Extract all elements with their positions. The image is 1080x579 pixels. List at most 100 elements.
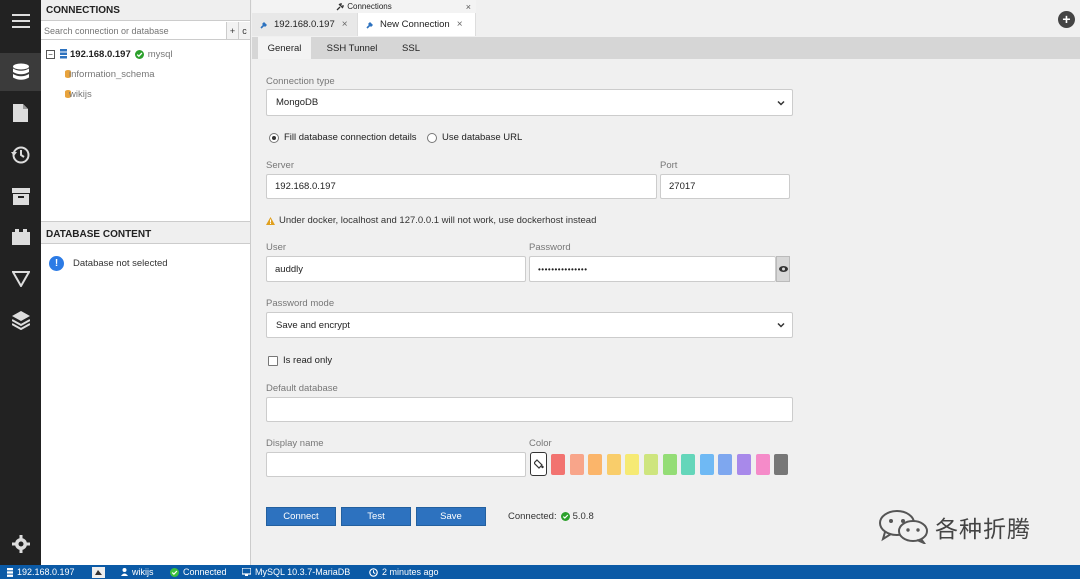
- status-server[interactable]: 192.168.0.197: [7, 565, 75, 579]
- settings-icon[interactable]: [0, 525, 41, 563]
- connections-window-label: Connections: [347, 2, 392, 11]
- plug-icon: [336, 2, 345, 10]
- close-icon[interactable]: ×: [457, 19, 463, 30]
- color-swatch[interactable]: [755, 454, 770, 475]
- server-name: 192.168.0.197: [70, 48, 131, 60]
- color-swatch[interactable]: [606, 454, 621, 475]
- menu-icon[interactable]: [0, 2, 41, 40]
- color-swatch[interactable]: [718, 454, 733, 475]
- server-version: 5.0.8: [572, 511, 594, 522]
- history-icon[interactable]: [0, 136, 41, 174]
- default-database-field[interactable]: [266, 397, 793, 422]
- port-field[interactable]: 27017: [660, 174, 790, 199]
- database-item[interactable]: information_schema: [41, 64, 250, 84]
- password-mode-label: Password mode: [266, 298, 335, 309]
- read-only-option[interactable]: Is read only: [268, 355, 332, 366]
- connected-check-icon: [134, 49, 144, 59]
- wechat-icon: [879, 510, 928, 544]
- refresh-icon[interactable]: c: [238, 22, 250, 39]
- port-label: Port: [660, 160, 678, 171]
- tab-ssl[interactable]: SSL: [392, 37, 430, 59]
- plug-icon: [366, 22, 373, 29]
- status-time: 2 minutes ago: [369, 565, 439, 579]
- color-swatch[interactable]: [569, 454, 584, 475]
- new-tab-button[interactable]: +: [1058, 11, 1075, 28]
- color-swatch[interactable]: [551, 454, 565, 475]
- color-swatch[interactable]: [625, 454, 640, 475]
- collapse-icon[interactable]: −: [46, 49, 55, 59]
- user-field[interactable]: auddly: [266, 256, 526, 282]
- status-time-text: 2 minutes ago: [382, 567, 439, 577]
- paint-bucket-icon: [533, 459, 544, 469]
- database-name: wikijs: [69, 88, 92, 100]
- color-swatch[interactable]: [681, 454, 696, 475]
- watermark: 各种折腾: [877, 510, 1031, 544]
- color-swatch[interactable]: [774, 454, 789, 475]
- color-swatch[interactable]: [662, 454, 677, 475]
- tab-general[interactable]: General: [258, 37, 311, 59]
- status-engine-text: MySQL 10.3.7-MariaDB: [255, 567, 351, 577]
- show-password-button[interactable]: [776, 256, 790, 282]
- file-icon[interactable]: [0, 94, 41, 132]
- color-picker-button[interactable]: [530, 452, 547, 476]
- plugin-icon[interactable]: [0, 218, 41, 256]
- test-button[interactable]: Test: [341, 507, 411, 526]
- connection-tree: − 192.168.0.197 mysql information_schema…: [41, 44, 250, 104]
- close-icon[interactable]: ×: [466, 2, 471, 12]
- status-logo: [92, 565, 105, 579]
- close-icon[interactable]: ×: [342, 19, 348, 30]
- tab-ssh-tunnel[interactable]: SSH Tunnel: [318, 37, 386, 59]
- layers-icon[interactable]: [0, 301, 41, 339]
- info-icon: !: [49, 255, 64, 271]
- archive-icon[interactable]: [0, 177, 41, 215]
- server-icon: [60, 49, 67, 59]
- radio-fill-label: Fill database connection details: [284, 132, 417, 143]
- check-icon: [560, 512, 570, 521]
- read-only-checkbox[interactable]: [268, 355, 278, 366]
- radio-button[interactable]: [269, 132, 279, 143]
- connection-result: Connected: 5.0.8: [508, 511, 594, 522]
- tab-label: New Connection: [380, 19, 450, 30]
- search-input[interactable]: [41, 22, 226, 39]
- status-bar: 192.168.0.197 wikijs Connected MySQL 10.…: [0, 565, 1080, 579]
- color-swatch[interactable]: [699, 454, 714, 475]
- radio-button[interactable]: [427, 132, 437, 143]
- connection-type-select[interactable]: MongoDB: [266, 89, 793, 116]
- database-icon[interactable]: [0, 53, 41, 91]
- status-database-name: wikijs: [132, 567, 154, 577]
- connections-window-title: Connections ×: [252, 0, 476, 13]
- user-label: User: [266, 242, 287, 253]
- radio-fill-details[interactable]: Fill database connection details: [269, 132, 417, 143]
- color-swatch[interactable]: [588, 454, 603, 475]
- server-field[interactable]: 192.168.0.197: [266, 174, 657, 199]
- database-name: information_schema: [69, 68, 155, 80]
- tab-192-168-0-197[interactable]: 192.168.0.197 ×: [252, 13, 358, 36]
- connection-type-value: MongoDB: [276, 97, 319, 108]
- database-not-selected-message: ! Database not selected: [41, 252, 250, 274]
- display-name-field[interactable]: [266, 452, 526, 477]
- filter-icon[interactable]: [0, 260, 41, 298]
- tab-new-connection[interactable]: New Connection ×: [358, 13, 476, 36]
- warning-icon: [266, 216, 275, 225]
- connection-search: + c: [41, 22, 250, 40]
- save-button[interactable]: Save: [416, 507, 486, 526]
- radio-database-url[interactable]: Use database URL: [427, 132, 522, 143]
- server-label: Server: [266, 160, 294, 171]
- database-item[interactable]: wikijs: [41, 84, 250, 104]
- database-not-selected-text: Database not selected: [73, 257, 168, 269]
- connection-type-label: Connection type: [266, 76, 335, 87]
- database-content-title: DATABASE CONTENT: [41, 221, 250, 244]
- password-mode-select[interactable]: Save and encrypt: [266, 312, 793, 338]
- docker-warning: Under docker, localhost and 127.0.0.1 wi…: [266, 215, 596, 226]
- color-label: Color: [529, 438, 552, 449]
- status-database[interactable]: wikijs: [121, 565, 154, 579]
- color-swatch[interactable]: [644, 454, 658, 475]
- connect-button[interactable]: Connect: [266, 507, 336, 526]
- password-field[interactable]: •••••••••••••••: [529, 256, 776, 282]
- color-swatch[interactable]: [737, 454, 751, 475]
- password-mode-value: Save and encrypt: [276, 319, 350, 331]
- clock-icon: [369, 567, 378, 577]
- add-connection-button[interactable]: +: [226, 22, 238, 39]
- server-node[interactable]: − 192.168.0.197 mysql: [41, 44, 250, 64]
- password-label: Password: [529, 242, 571, 253]
